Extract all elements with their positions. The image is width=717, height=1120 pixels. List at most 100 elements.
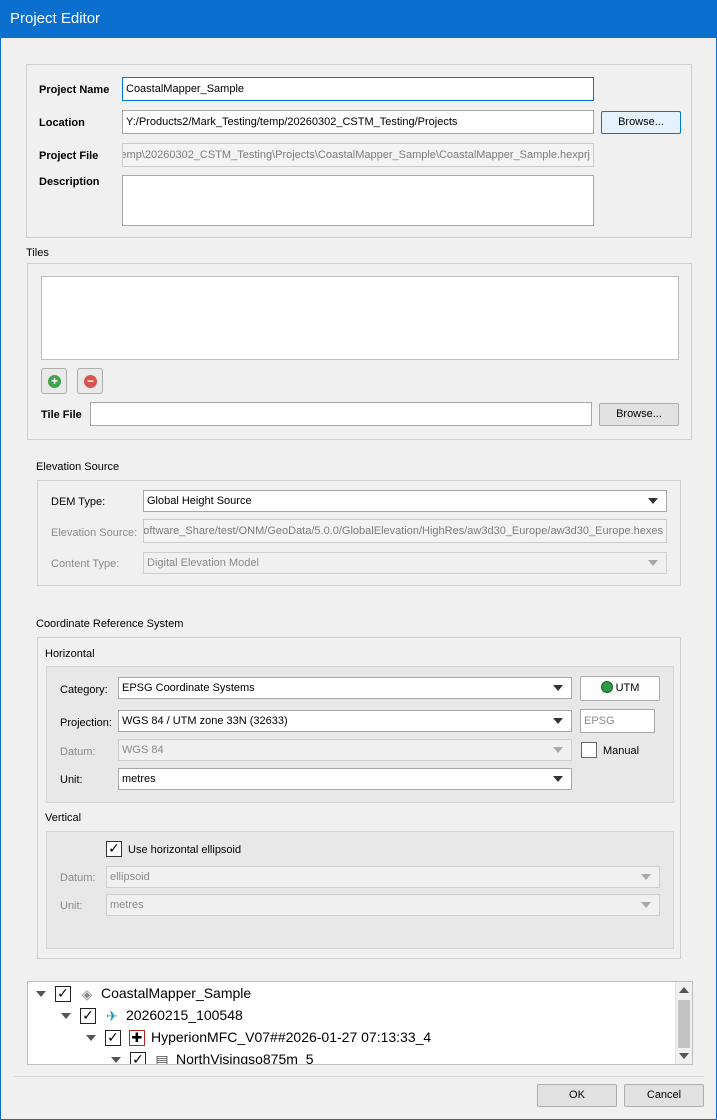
vertical-group: ✓ Use horizontal ellipsoid Datum: ellips… <box>46 831 674 949</box>
utm-label: UTM <box>615 682 640 694</box>
manual-checkbox[interactable] <box>581 742 597 758</box>
dialog-client-area: Project Name CoastalMapper_Sample Locati… <box>1 38 716 1119</box>
elevation-group-label: Elevation Source <box>36 461 120 473</box>
vertical-unit-value: metres <box>110 899 144 911</box>
vertical-unit-label: Unit: <box>60 900 83 912</box>
elevation-source-label: Elevation Source: <box>51 527 138 539</box>
chevron-down-icon[interactable] <box>61 1013 71 1019</box>
tree-item-label: HyperionMFC_V07##2026-01-27 07:13:33_4 <box>151 1029 432 1045</box>
use-ellipsoid-label: Use horizontal ellipsoid <box>128 844 242 856</box>
category-select[interactable]: EPSG Coordinate Systems <box>118 677 572 699</box>
chevron-down-icon <box>553 718 563 724</box>
tree-checkbox[interactable]: ✓ <box>80 1008 96 1024</box>
tree-checkbox[interactable]: ✓ <box>105 1030 121 1046</box>
project-name-input[interactable]: CoastalMapper_Sample <box>122 77 594 101</box>
project-file-value: \temp\20260302_CSTM_Testing\Projects\Coa… <box>122 149 590 161</box>
location-browse-button[interactable]: Browse... <box>601 111 681 134</box>
crs-group: Horizontal Category: EPSG Coordinate Sys… <box>37 637 681 959</box>
cancel-button[interactable]: Cancel <box>624 1084 704 1107</box>
vertical-datum-select: ellipsoid <box>106 866 660 888</box>
chevron-down-icon <box>553 776 563 782</box>
horizontal-group: Category: EPSG Coordinate Systems UTM Pr… <box>46 666 674 803</box>
remove-tile-button[interactable]: − <box>77 368 103 394</box>
chevron-down-icon <box>648 560 658 566</box>
location-input[interactable]: Y:/Products2/Mark_Testing/temp/20260302_… <box>122 110 594 134</box>
tile-file-input[interactable] <box>90 402 592 426</box>
elevation-source-input: Software_Share/test/ONM/GeoData/5.0.0/Gl… <box>143 519 667 543</box>
add-tile-button[interactable]: + <box>41 368 67 394</box>
chevron-down-icon <box>553 747 563 753</box>
dem-type-label: DEM Type: <box>51 496 106 508</box>
project-tree[interactable]: ✓ ◈ CoastalMapper_Sample ✓ ✈ 20260215_10… <box>27 981 693 1065</box>
horizontal-label: Horizontal <box>45 648 95 660</box>
location-label: Location <box>39 117 85 129</box>
unit-label: Unit: <box>60 774 83 786</box>
epsg-input[interactable]: EPSG <box>580 709 655 733</box>
content-type-value: Digital Elevation Model <box>147 557 259 569</box>
tile-browse-button[interactable]: Browse... <box>599 403 679 426</box>
elevation-source-value: Software_Share/test/ONM/GeoData/5.0.0/Gl… <box>143 525 663 537</box>
chevron-down-icon <box>648 498 658 504</box>
tree-item-label: 20260215_100548 <box>126 1007 243 1023</box>
tree-checkbox[interactable]: ✓ <box>130 1052 146 1064</box>
category-value: EPSG Coordinate Systems <box>122 682 255 694</box>
dem-type-select[interactable]: Global Height Source <box>143 490 667 512</box>
vertical-datum-value: ellipsoid <box>110 871 150 883</box>
project-file-input: \temp\20260302_CSTM_Testing\Projects\Coa… <box>122 143 594 167</box>
project-name-label: Project Name <box>39 84 110 96</box>
crs-group-label: Coordinate Reference System <box>36 618 184 630</box>
document-icon: ▤ <box>155 1052 169 1065</box>
dem-type-value: Global Height Source <box>147 495 252 507</box>
project-file-label: Project File <box>39 150 99 162</box>
scroll-thumb[interactable] <box>678 1000 690 1048</box>
datum-select: WGS 84 <box>118 739 572 761</box>
tree-item-label: NorthVisingso875m_5 <box>176 1051 314 1065</box>
project-editor-window: Project Editor Project Name CoastalMappe… <box>0 0 717 1120</box>
datum-value: WGS 84 <box>122 744 164 756</box>
content-type-select: Digital Elevation Model <box>143 552 667 574</box>
datum-label: Datum: <box>60 746 96 758</box>
tile-file-label: Tile File <box>41 409 82 421</box>
ok-button[interactable]: OK <box>537 1084 617 1107</box>
projection-select[interactable]: WGS 84 / UTM zone 33N (32633) <box>118 710 572 732</box>
chevron-down-icon <box>641 874 651 880</box>
description-label: Description <box>39 176 100 188</box>
description-textarea[interactable] <box>122 175 594 226</box>
chevron-down-icon[interactable] <box>111 1057 121 1063</box>
category-label: Category: <box>60 684 108 696</box>
manual-label: Manual <box>603 745 640 757</box>
scroll-up-icon[interactable] <box>679 987 689 993</box>
chevron-down-icon[interactable] <box>36 991 46 997</box>
globe-icon <box>600 681 613 693</box>
sensor-icon: ✚ <box>129 1030 145 1046</box>
vertical-datum-label: Datum: <box>60 872 96 884</box>
airplane-icon: ✈ <box>106 1008 118 1024</box>
content-type-label: Content Type: <box>51 558 120 570</box>
project-group: Project Name CoastalMapper_Sample Locati… <box>26 64 692 238</box>
utm-button[interactable]: UTM <box>580 676 660 701</box>
database-icon: ◈ <box>81 986 93 1002</box>
divider <box>14 1076 704 1077</box>
scroll-down-icon[interactable] <box>679 1053 689 1059</box>
add-icon: + <box>48 375 61 388</box>
projection-value: WGS 84 / UTM zone 33N (32633) <box>122 715 288 727</box>
chevron-down-icon[interactable] <box>86 1035 96 1041</box>
projection-label: Projection: <box>60 717 112 729</box>
unit-value: metres <box>122 773 156 785</box>
vertical-label: Vertical <box>45 812 82 824</box>
vertical-unit-select: metres <box>106 894 660 916</box>
elevation-group: DEM Type: Global Height Source Elevation… <box>37 480 681 586</box>
tiles-group-label: Tiles <box>26 247 49 259</box>
tree-item-label: CoastalMapper_Sample <box>101 985 252 1001</box>
chevron-down-icon <box>553 685 563 691</box>
tiles-list[interactable] <box>41 276 679 360</box>
remove-icon: − <box>84 375 97 388</box>
tiles-group: + − Tile File Browse... <box>27 263 692 440</box>
chevron-down-icon <box>641 902 651 908</box>
window-titlebar[interactable]: Project Editor <box>0 0 717 38</box>
unit-select[interactable]: metres <box>118 768 572 790</box>
tree-checkbox[interactable]: ✓ <box>55 986 71 1002</box>
tree-scrollbar[interactable] <box>675 982 692 1064</box>
use-ellipsoid-checkbox[interactable]: ✓ <box>106 841 122 857</box>
window-title: Project Editor <box>10 10 101 27</box>
